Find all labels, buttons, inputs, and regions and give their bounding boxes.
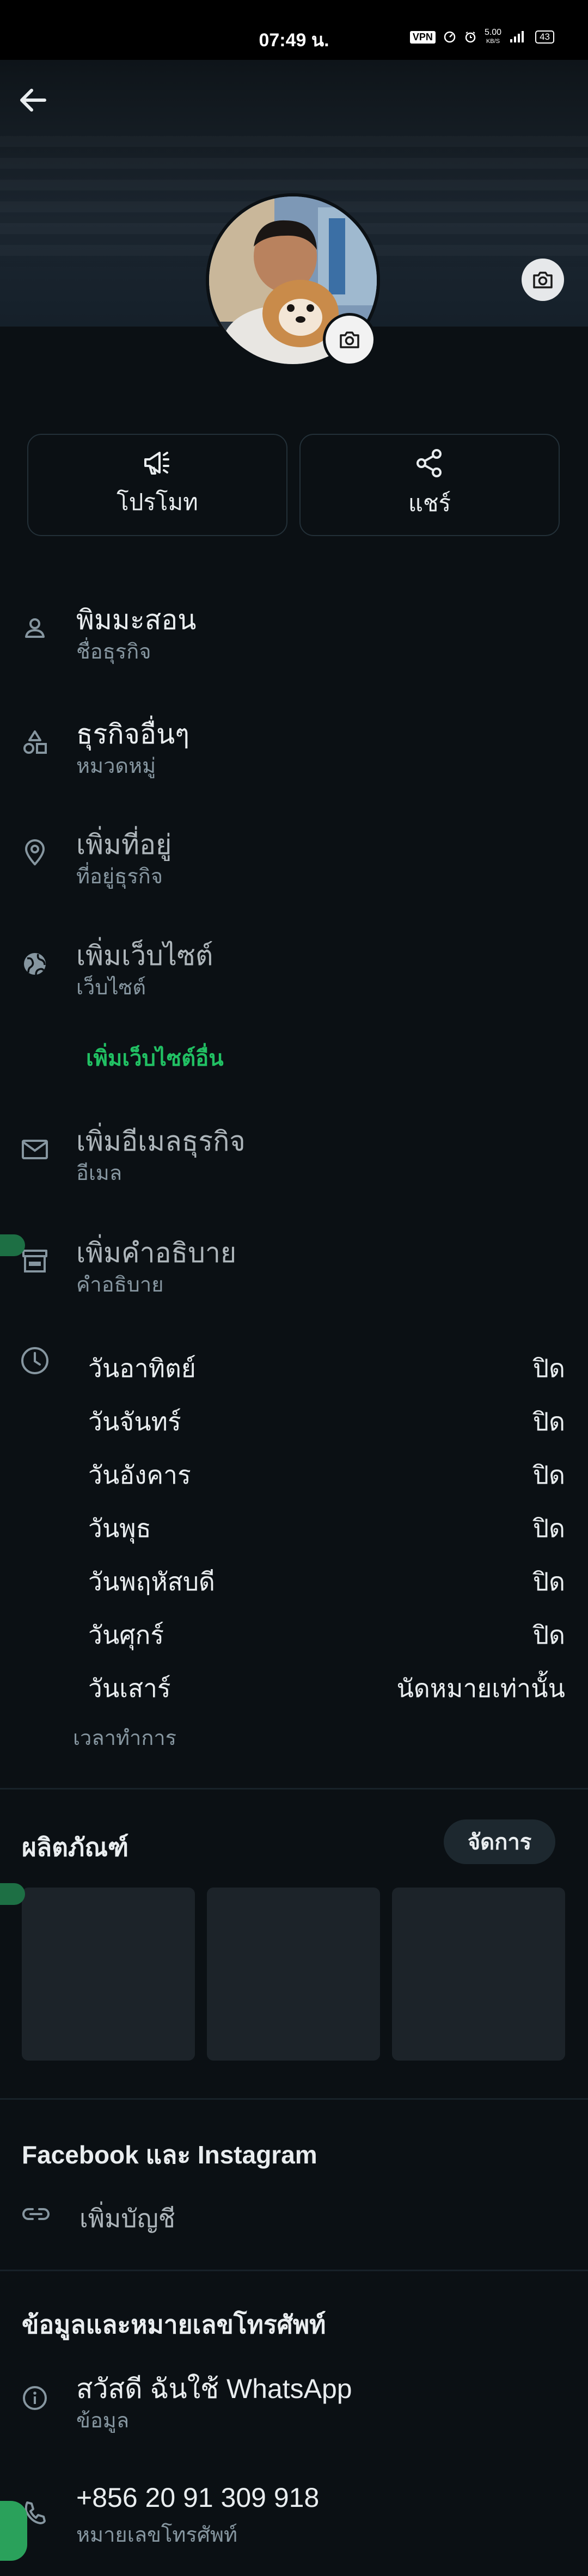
back-button[interactable] bbox=[16, 86, 49, 114]
description-caption: คำอธิบาย bbox=[76, 1274, 164, 1296]
hours-row-wednesday: วันพุธ ปิด bbox=[88, 1514, 565, 1542]
product-tile[interactable] bbox=[22, 1888, 195, 2061]
add-account-row[interactable]: เพิ่มบัญชี bbox=[0, 2197, 588, 2235]
promote-label: โปรโมท bbox=[117, 489, 198, 515]
product-tile[interactable] bbox=[392, 1888, 565, 2061]
edit-avatar-button[interactable] bbox=[323, 313, 376, 366]
manage-products-button[interactable]: จัดการ bbox=[444, 1819, 555, 1864]
status-icons: VPN 5.00 KB/S 43 bbox=[409, 28, 554, 46]
category-icon bbox=[19, 726, 51, 759]
data-saver-icon bbox=[444, 31, 456, 43]
email-caption: อีเมล bbox=[76, 1162, 122, 1185]
business-name-caption: ชื่อธุรกิจ bbox=[76, 641, 151, 663]
arrow-left-icon bbox=[20, 89, 46, 112]
hours-row-monday: วันจันทร์ ปิด bbox=[88, 1407, 565, 1436]
share-icon bbox=[416, 449, 442, 477]
contact-title: ข้อมูลและหมายเลขโทรศัพท์ bbox=[22, 2310, 326, 2339]
signal-icon bbox=[510, 31, 524, 42]
battery-indicator: 43 bbox=[535, 30, 554, 44]
floating-bubble[interactable] bbox=[0, 1234, 25, 1256]
megaphone-icon bbox=[144, 452, 169, 475]
floating-bubble[interactable] bbox=[0, 1883, 25, 1905]
status-bar: 07:49 น. VPN 5.00 KB/S 43 bbox=[0, 0, 588, 60]
camera-icon bbox=[533, 272, 553, 288]
add-other-website-link[interactable]: เพิ่มเว็บไซต์อื่น bbox=[86, 1041, 224, 1075]
hours-row-sunday: วันอาทิตย์ ปิด bbox=[88, 1354, 565, 1382]
category-row[interactable]: ธุรกิจอื่นๆ หมวดหมู่ bbox=[0, 713, 588, 784]
edit-cover-button[interactable] bbox=[522, 259, 564, 301]
hours-row-friday: วันศุกร์ ปิด bbox=[88, 1621, 565, 1649]
divider bbox=[0, 2098, 588, 2100]
person-icon bbox=[19, 612, 51, 644]
share-button[interactable]: แชร์ bbox=[299, 434, 560, 536]
link-icon bbox=[20, 2198, 52, 2230]
about-row[interactable]: สวัสดี ฉันใช้ WhatsApp ข้อมูล bbox=[0, 2368, 588, 2438]
products-title: ผลิตภัณฑ์ bbox=[22, 1833, 129, 1861]
divider bbox=[0, 1788, 588, 1790]
promote-button[interactable]: โปรโมท bbox=[27, 434, 287, 536]
website-caption: เว็บไซต์ bbox=[76, 976, 146, 999]
social-title: Facebook และ Instagram bbox=[22, 2141, 317, 2169]
info-icon bbox=[19, 2382, 51, 2414]
mail-icon bbox=[19, 1133, 51, 1166]
product-tile[interactable] bbox=[207, 1888, 380, 2061]
hours-row-saturday: วันเสาร์ นัดหมายเท่านั้น bbox=[88, 1674, 565, 1702]
address-row[interactable]: เพิ่มที่อยู่ ที่อยู่ธุรกิจ bbox=[0, 823, 588, 894]
category-caption: หมวดหมู่ bbox=[76, 755, 156, 778]
divider bbox=[0, 2270, 588, 2271]
phone-number: +856 20 91 309 918 bbox=[76, 2482, 320, 2513]
globe-icon bbox=[19, 948, 51, 980]
add-account-label: เพิ่มบัญชี bbox=[79, 2204, 175, 2233]
email-row[interactable]: เพิ่มอีเมลธุรกิจ อีเมล bbox=[0, 1120, 588, 1191]
alarm-icon bbox=[465, 32, 476, 43]
hours-row-thursday: วันพฤหัสบดี ปิด bbox=[88, 1567, 565, 1596]
floating-chat-bubble[interactable] bbox=[0, 2501, 27, 2561]
location-pin-icon bbox=[19, 837, 51, 869]
hours-row-tuesday: วันอังคาร ปิด bbox=[88, 1461, 565, 1489]
vpn-badge: VPN bbox=[409, 30, 436, 44]
description-row[interactable]: เพิ่มคำอธิบาย คำอธิบาย bbox=[0, 1232, 588, 1302]
network-speed: 5.00 KB/S bbox=[484, 28, 502, 45]
phone-caption: หมายเลขโทรศัพท์ bbox=[76, 2524, 238, 2547]
phone-row[interactable]: +856 20 91 309 918 หมายเลขโทรศัพท์ bbox=[0, 2482, 588, 2553]
camera-icon bbox=[340, 331, 359, 348]
website-row[interactable]: เพิ่มเว็บไซต์ เว็บไซต์ bbox=[0, 935, 588, 1005]
business-name-row[interactable]: พิมมะสอน ชื่อธุรกิจ bbox=[0, 599, 588, 669]
address-caption: ที่อยู่ธุรกิจ bbox=[76, 865, 163, 888]
share-label: แชร์ bbox=[408, 490, 451, 516]
hours-caption: เวลาทำการ bbox=[73, 1727, 177, 1750]
about-caption: ข้อมูล bbox=[76, 2409, 130, 2432]
